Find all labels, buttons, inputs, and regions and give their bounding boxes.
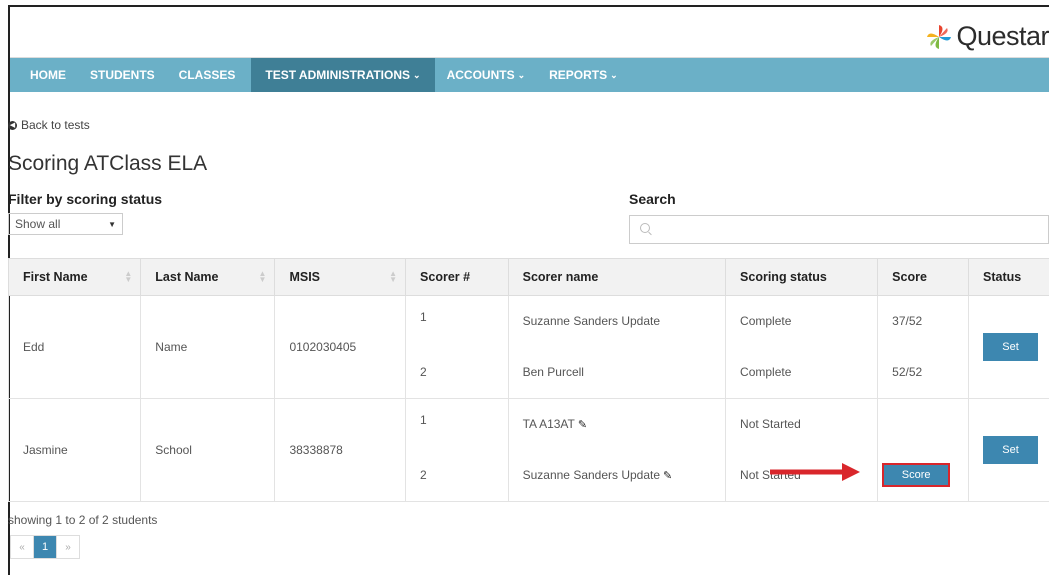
scorer-name: Suzanne Sanders Update	[508, 296, 726, 347]
cell-score: Score	[877, 398, 969, 502]
logo[interactable]: Questar	[926, 21, 1049, 52]
header-label: Scorer #	[420, 270, 471, 284]
header-label: Scorer name	[522, 270, 599, 284]
filter-selected-value: Show all	[15, 217, 61, 231]
col-first-name[interactable]: First Name ▲ ▼	[7, 258, 142, 296]
score-value: 37/52	[878, 296, 968, 347]
header-label: MSIS	[289, 270, 321, 284]
col-last-name[interactable]: Last Name ▲ ▼	[140, 258, 276, 296]
cell-first-name: Edd	[7, 295, 142, 399]
col-scorer-name: Scorer name	[507, 258, 727, 296]
col-scorer-num: Scorer #	[405, 258, 509, 296]
nav-accounts-label: ACCOUNTS	[446, 68, 515, 82]
scorer-name: Ben Purcell	[508, 347, 726, 398]
pager-prev[interactable]: «	[11, 536, 34, 558]
pager-next[interactable]: »	[57, 536, 79, 558]
scorer-name[interactable]: TA A13AT ✎	[508, 399, 726, 450]
back-arrow-icon: ◀	[8, 120, 17, 130]
search-label: Search	[629, 191, 676, 207]
caret-down-icon: ▼	[108, 219, 116, 229]
cell-status: Set	[968, 295, 1049, 399]
nav-reports[interactable]: REPORTS ⌄	[537, 58, 630, 92]
col-msis[interactable]: MSIS ▲ ▼	[274, 258, 407, 296]
showing-count: showing 1 to 2 of 2 students	[8, 513, 158, 527]
filter-select[interactable]: Show all ▼	[8, 213, 123, 235]
nav-students[interactable]: STUDENTS	[78, 58, 167, 92]
nav-home[interactable]: HOME	[10, 58, 78, 92]
pencil-icon[interactable]: ✎	[663, 469, 672, 482]
cell-scorer-name: Suzanne Sanders Update Ben Purcell	[507, 295, 727, 399]
scoring-status: Not Started	[726, 399, 878, 450]
cell-msis: 0102030405	[274, 295, 407, 399]
cell-last-name: Name	[140, 295, 276, 399]
cell-msis: 38338878	[274, 398, 407, 502]
cell-first-name: Jasmine	[7, 398, 142, 502]
scoring-status: Complete	[726, 296, 878, 347]
nav-classes[interactable]: CLASSES	[167, 58, 248, 92]
score-value: 52/52	[878, 347, 968, 398]
nav-test-administrations[interactable]: TEST ADMINISTRATIONS ⌄	[251, 58, 435, 92]
table-row: Edd Name 0102030405 1 2 Suzanne Sanders …	[7, 295, 1049, 399]
filter-label: Filter by scoring status	[8, 191, 163, 207]
sort-icon: ▲ ▼	[258, 269, 267, 284]
back-link-label: Back to tests	[21, 118, 90, 132]
chevron-down-icon: ⌄	[610, 69, 618, 80]
scorer-name-text: TA A13AT	[522, 417, 575, 431]
scorer-name-text: Suzanne Sanders Update	[522, 468, 661, 482]
set-button[interactable]: Set	[983, 333, 1038, 361]
nav-classes-label: CLASSES	[178, 68, 236, 82]
header-label: Status	[983, 270, 1022, 284]
chevron-down-icon: ⌄	[517, 69, 526, 80]
logo-text: Questar	[956, 21, 1049, 51]
scorer-name[interactable]: Suzanne Sanders Update ✎	[508, 450, 726, 501]
header-label: Score	[892, 270, 927, 284]
header-label: First Name	[23, 270, 88, 284]
scorer-num: 2	[406, 347, 508, 398]
header-label: Scoring status	[740, 270, 827, 284]
search-input[interactable]	[629, 215, 1049, 244]
cell-scorer-num: 1 2	[405, 295, 509, 399]
cell-scorer-name: TA A13AT ✎ Suzanne Sanders Update ✎	[507, 398, 727, 502]
cell-scorer-num: 1 2	[405, 398, 509, 502]
header-label: Last Name	[155, 270, 219, 284]
scoring-table: First Name ▲ ▼ Last Name ▲ ▼ MSIS ▲ ▼ Scorer #…	[7, 258, 1049, 502]
score-button[interactable]: Score	[882, 463, 951, 487]
nav-reports-label: REPORTS	[549, 68, 608, 82]
pagination: « 1 »	[10, 535, 80, 559]
chevron-down-icon: ⌄	[413, 69, 421, 80]
col-status: Status	[968, 258, 1049, 296]
questar-pinwheel-icon	[927, 24, 952, 49]
pencil-icon[interactable]: ✎	[578, 418, 587, 431]
top-bar: Questar	[10, 7, 1049, 58]
col-scoring-status: Scoring status	[725, 258, 879, 296]
nav-test-administrations-label: TEST ADMINISTRATIONS	[265, 68, 411, 82]
table-row: Jasmine School 38338878 1 2 TA A13AT ✎ Su…	[7, 398, 1049, 502]
cell-status: Set	[968, 398, 1049, 502]
table-header-row: First Name ▲ ▼ Last Name ▲ ▼ MSIS ▲ ▼ Scorer #…	[7, 258, 1049, 296]
search-icon	[640, 223, 650, 233]
scoring-status: Complete	[726, 347, 878, 398]
cell-score: 37/52 52/52	[877, 295, 969, 399]
page-title: Scoring ATClass ELA	[8, 152, 208, 175]
red-arrow-annotation	[770, 463, 860, 481]
scorer-num: 2	[406, 450, 508, 501]
col-score: Score	[877, 258, 969, 296]
nav-home-label: HOME	[30, 68, 66, 82]
scorer-num: 1	[406, 399, 508, 450]
nav-students-label: STUDENTS	[90, 68, 155, 82]
score-value	[878, 399, 968, 450]
cell-scoring-status: Complete Complete	[725, 295, 879, 399]
scorer-num: 1	[406, 296, 508, 347]
cell-last-name: School	[140, 398, 276, 502]
back-to-tests-link[interactable]: ◀ Back to tests	[8, 118, 90, 132]
main-nav: HOME STUDENTS CLASSES TEST ADMINISTRATIO…	[10, 58, 1049, 92]
sort-icon: ▲ ▼	[124, 269, 133, 284]
cell-scoring-status: Not Started Not Started	[725, 398, 879, 502]
nav-accounts[interactable]: ACCOUNTS ⌄	[435, 58, 538, 92]
score-button-wrap: Score	[878, 450, 968, 501]
sort-icon: ▲ ▼	[389, 269, 398, 284]
set-button[interactable]: Set	[983, 436, 1038, 464]
pager-page[interactable]: 1	[34, 536, 57, 558]
